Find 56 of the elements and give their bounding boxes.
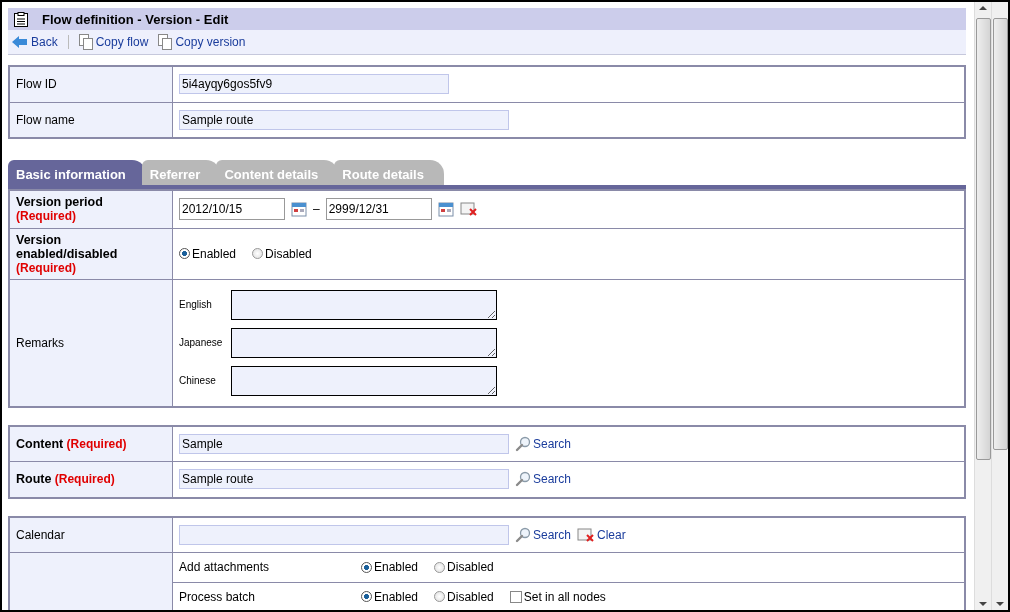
checkbox-option[interactable]: Set in all nodes: [509, 589, 606, 604]
radio-option[interactable]: Enabled: [361, 589, 419, 604]
field-label: Version enabled/disabled: [16, 232, 119, 261]
copy-button[interactable]: Copy flow: [78, 34, 149, 50]
calendar-icon[interactable]: [437, 201, 454, 218]
setting-label: Add attachments: [179, 560, 270, 575]
remarks-field[interactable]: [231, 365, 497, 396]
copy-icon: [158, 34, 173, 50]
copy-icon: [78, 34, 93, 50]
field-label: Remarks: [16, 335, 64, 350]
search-link[interactable]: Search: [515, 526, 572, 543]
clipboard-icon: [14, 11, 28, 27]
language-label: English: [179, 299, 213, 310]
radio-option[interactable]: Enabled: [179, 246, 237, 261]
clear-icon: [459, 201, 478, 218]
date-field[interactable]: 2012/10/15: [179, 198, 285, 221]
radio-option[interactable]: Disabled: [434, 560, 494, 575]
field-label: Flow name: [16, 112, 75, 127]
search-icon: [515, 471, 531, 488]
field-label: Content: [16, 436, 64, 451]
search-icon: [515, 435, 531, 452]
required-note: (Required): [66, 436, 127, 451]
search-icon: [515, 526, 531, 543]
text-field[interactable]: Sample route: [179, 469, 509, 490]
required-note: (Required): [54, 472, 115, 487]
date-field[interactable]: 2999/12/31: [325, 198, 432, 221]
scrollbar[interactable]: [974, 2, 991, 610]
back-arrow-icon: [12, 36, 28, 48]
text-field[interactable]: Sample route: [179, 109, 509, 130]
clear-icon: [577, 526, 596, 543]
setting-label: Process batch: [179, 589, 256, 604]
text-field[interactable]: 5i4ayqy6gos5fv9: [179, 74, 449, 95]
field-label: Calendar: [16, 527, 65, 542]
search-link[interactable]: Search: [515, 435, 572, 452]
back-button[interactable]: Back: [12, 35, 58, 49]
required-note: (Required): [16, 209, 77, 224]
remarks-field[interactable]: [231, 327, 497, 358]
copy-button[interactable]: Copy version: [158, 34, 246, 50]
calendar-field[interactable]: [179, 524, 509, 545]
radio-option[interactable]: Enabled: [361, 560, 419, 575]
field-label: Version period: [16, 195, 104, 210]
required-note: (Required): [16, 260, 77, 275]
search-link[interactable]: Search: [515, 471, 572, 488]
window-title: Flow definition - Version - Edit: [42, 11, 229, 27]
clear-link[interactable]: Clear: [577, 526, 626, 543]
field-label: Route: [16, 472, 52, 487]
radio-option[interactable]: Disabled: [434, 589, 494, 604]
range-separator: –: [313, 202, 320, 217]
radio-option[interactable]: Disabled: [252, 246, 312, 261]
scrollbar[interactable]: [991, 2, 1008, 610]
field-label: Flow ID: [16, 77, 57, 92]
language-label: Chinese: [179, 375, 217, 386]
text-field[interactable]: Sample: [179, 433, 509, 454]
language-label: Japanese: [179, 337, 224, 348]
calendar-icon[interactable]: [291, 201, 307, 218]
remarks-field[interactable]: [231, 289, 497, 320]
